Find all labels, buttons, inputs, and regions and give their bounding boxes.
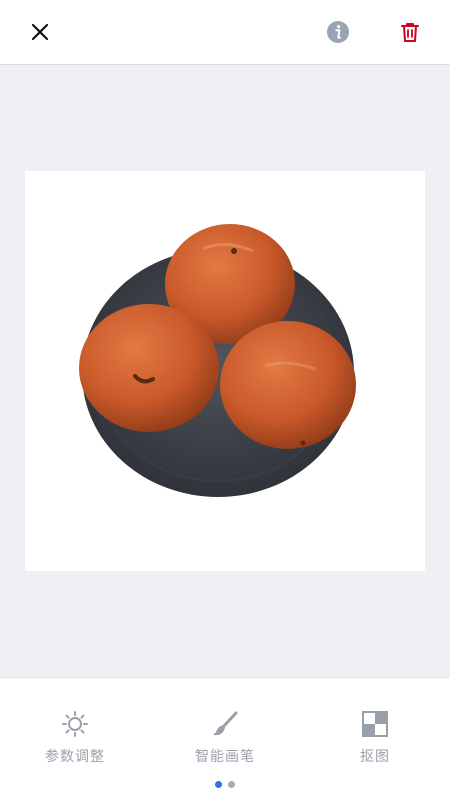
brush-icon <box>213 711 238 736</box>
tool-adjust-params[interactable]: 参数调整 <box>15 708 135 778</box>
tool-adjust-label: 参数调整 <box>45 749 105 765</box>
editing-canvas <box>0 65 450 677</box>
tool-cutout-label: 抠图 <box>360 749 390 765</box>
page-indicator <box>0 781 450 788</box>
sun-adjust-icon <box>62 711 88 737</box>
tool-cutout[interactable]: 抠图 <box>315 708 435 778</box>
close-button[interactable] <box>22 16 58 48</box>
bread-photo <box>79 224 356 497</box>
info-button[interactable] <box>320 14 356 50</box>
tool-brush-label: 智能画笔 <box>195 749 255 765</box>
top-bar <box>0 0 450 65</box>
cutout-icon <box>362 711 388 737</box>
trash-icon <box>401 23 419 42</box>
close-icon <box>31 23 49 41</box>
delete-button[interactable] <box>392 14 428 50</box>
photo-preview[interactable] <box>25 171 425 571</box>
bottom-toolbar: 参数调整 智能画笔 抠图 <box>0 677 450 801</box>
page-dot[interactable] <box>228 781 235 788</box>
info-icon <box>327 21 349 43</box>
tool-smart-brush[interactable]: 智能画笔 <box>165 708 285 778</box>
page-dot-active[interactable] <box>215 781 222 788</box>
